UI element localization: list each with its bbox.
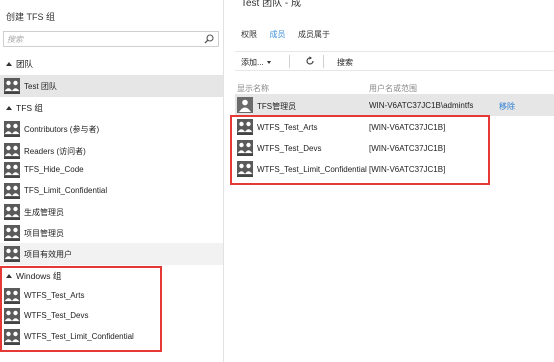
members-toolbar: 添加... 搜索: [235, 51, 554, 71]
group-icon: [4, 162, 20, 178]
tfs-group-label: 项目有效用户: [24, 250, 72, 259]
tfs-group-item[interactable]: TFS_Hide_Code: [0, 159, 223, 181]
member-user-name: WIN-V6ATC37JC1B\admintfs: [369, 101, 474, 110]
teams-section-label: 团队: [16, 59, 34, 69]
highlight-box-windows-groups: [0, 266, 162, 352]
tfs-group-item[interactable]: 项目管理员: [0, 222, 223, 244]
member-row[interactable]: TFS管理员 WIN-V6ATC37JC1B\admintfs 移除: [235, 94, 554, 116]
collapse-triangle-icon: [6, 62, 12, 66]
search-members-button[interactable]: 搜索: [337, 57, 353, 68]
tfs-group-item[interactable]: 项目有效用户: [0, 243, 223, 265]
group-icon: [4, 204, 20, 220]
toolbar-divider: [289, 55, 290, 68]
tfs-group-label: 项目管理员: [24, 229, 64, 238]
tfs-group-label: TFS_Hide_Code: [24, 165, 84, 174]
user-icon: [237, 97, 253, 113]
team-detail-panel: Test 团队 - 成 权限 成员 成员属于 添加... 搜索 显示名称 用户名…: [225, 0, 554, 362]
tfs-group-label: Contributors (参与者): [24, 125, 100, 134]
tab-members[interactable]: 成员: [270, 29, 286, 40]
group-icon: [4, 183, 20, 199]
team-item[interactable]: Test 团队: [0, 75, 223, 97]
tfs-group-label: TFS_Limit_Confidential: [24, 186, 108, 195]
group-icon: [4, 225, 20, 241]
tfs-group-item[interactable]: 生成管理员: [0, 201, 223, 223]
tab-member-of[interactable]: 成员属于: [298, 29, 330, 40]
remove-member-link[interactable]: 移除: [499, 101, 515, 112]
tfs-group-label: Readers (访问者): [24, 147, 86, 156]
collapse-triangle-icon: [6, 106, 12, 110]
group-icon: [4, 246, 20, 262]
group-navigation-panel: 创建 TFS 组 搜索 团队 Test 团队 TFS 组 Contributor…: [0, 0, 224, 362]
group-icon: [4, 121, 20, 137]
team-item-label: Test 团队: [24, 82, 57, 91]
dropdown-arrow-icon: [266, 61, 271, 64]
tab-bar: 权限 成员 成员属于: [241, 29, 340, 43]
column-header-user-name[interactable]: 用户名或范围: [369, 83, 417, 94]
tfs-group-label: 生成管理员: [24, 208, 64, 217]
toolbar-divider: [323, 55, 324, 68]
column-header-display-name[interactable]: 显示名称: [237, 83, 269, 94]
page-title: Test 团队 - 成: [241, 0, 302, 9]
tab-permissions[interactable]: 权限: [241, 29, 257, 40]
search-placeholder: 搜索: [7, 35, 23, 44]
add-member-button[interactable]: 添加...: [241, 57, 271, 68]
tfs-group-item[interactable]: Contributors (参与者): [0, 118, 223, 140]
teams-section-header[interactable]: 团队: [6, 58, 33, 70]
group-icon: [4, 78, 20, 94]
highlight-box-members: [230, 115, 490, 185]
tfs-groups-section-header[interactable]: TFS 组: [6, 102, 43, 114]
refresh-icon[interactable]: [305, 56, 315, 66]
group-search-box[interactable]: 搜索: [3, 31, 219, 47]
create-tfs-group-link[interactable]: 创建 TFS 组: [6, 10, 55, 23]
member-display-name: TFS管理员: [257, 102, 297, 111]
tfs-groups-section-label: TFS 组: [16, 103, 43, 113]
tfs-group-item[interactable]: TFS_Limit_Confidential: [0, 180, 223, 202]
search-icon[interactable]: [204, 34, 214, 44]
group-icon: [4, 143, 20, 159]
add-member-label: 添加...: [241, 58, 264, 67]
